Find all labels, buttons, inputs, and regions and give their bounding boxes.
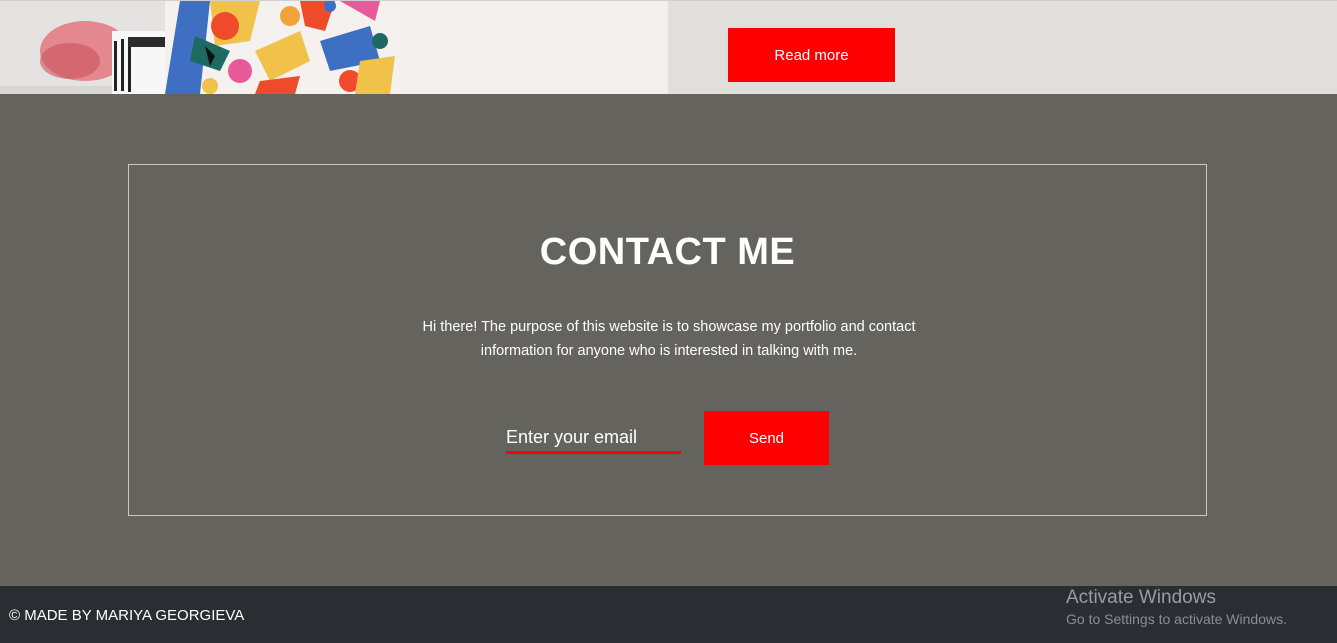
contact-description: Hi there! The purpose of this website is… <box>422 319 916 359</box>
email-field-wrapper <box>506 423 681 454</box>
hero-photo <box>0 1 668 94</box>
footer: © MADE BY MARIYA GEORGIEVA Activate Wind… <box>0 586 1337 643</box>
send-button[interactable]: Send <box>704 411 829 465</box>
email-input[interactable] <box>506 423 681 454</box>
watermark-title: Activate Windows <box>1066 587 1216 608</box>
hero-strip: Read more <box>0 0 1337 94</box>
footer-copyright: © MADE BY MARIYA GEORGIEVA <box>9 607 245 624</box>
contact-title: CONTACT ME <box>539 231 796 273</box>
read-more-button[interactable]: Read more <box>728 28 895 82</box>
contact-section: CONTACT ME Hi there! The purpose of this… <box>128 164 1207 516</box>
watermark-subtitle: Go to Settings to activate Windows. <box>1066 611 1287 627</box>
hero-photo-illustration <box>0 1 668 94</box>
